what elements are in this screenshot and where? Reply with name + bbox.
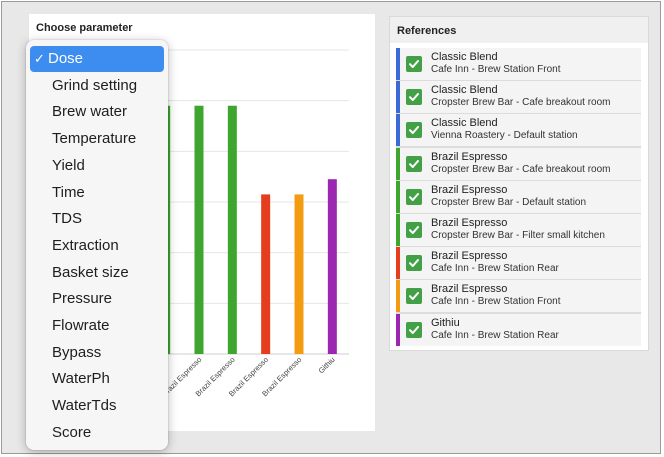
parameter-option-label: Time: [52, 183, 85, 201]
parameter-option-label: Yield: [52, 156, 85, 174]
reference-item[interactable]: Brazil Espresso Cafe Inn - Brew Station R…: [396, 247, 641, 280]
reference-list: Classic Blend Cafe Inn - Brew Station Fro…: [396, 48, 641, 346]
parameter-option-label: WaterTds: [52, 397, 117, 415]
reference-checkbox[interactable]: [406, 89, 422, 106]
reference-item[interactable]: Brazil Espresso Cafe Inn - Brew Station F…: [396, 280, 641, 313]
reference-checkbox[interactable]: [406, 288, 422, 305]
parameter-option-label: Grind setting: [52, 76, 138, 94]
parameter-option-label: Dose: [48, 50, 84, 67]
check-icon: [409, 325, 419, 334]
reference-name: Brazil Espresso: [431, 250, 508, 263]
bar[interactable]: [327, 179, 337, 354]
reference-item[interactable]: Brazil Espresso Cropster Brew Bar - Defau…: [396, 180, 641, 213]
reference-item[interactable]: Classic Blend Cafe Inn - Brew Station Fro…: [396, 48, 641, 80]
parameter-option[interactable]: Yield: [30, 153, 164, 179]
parameter-option[interactable]: Pressure: [30, 286, 164, 312]
parameter-option[interactable]: Temperature: [30, 126, 164, 152]
parameter-option-label: Extraction: [52, 236, 119, 254]
parameter-option-label: WaterPh: [52, 370, 110, 388]
parameter-option[interactable]: Extraction: [30, 233, 164, 259]
reference-location: Cafe Inn - Brew Station Rear: [431, 263, 559, 275]
parameter-option[interactable]: Flowrate: [30, 313, 164, 339]
series-color-swatch: [396, 214, 400, 246]
series-color-swatch: [396, 81, 400, 114]
reference-location: Cafe Inn - Brew Station Front: [431, 64, 561, 75]
parameter-option[interactable]: Time: [30, 180, 164, 206]
parameter-option-label: TDS: [52, 210, 82, 228]
reference-checkbox[interactable]: [406, 56, 422, 72]
check-icon: [409, 226, 419, 234]
series-color-swatch: [396, 114, 400, 147]
parameter-option[interactable]: WaterTds: [30, 393, 164, 419]
parameter-option-label: Bypass: [52, 343, 102, 361]
check-icon: [409, 192, 419, 201]
reference-name: Classic Blend: [431, 117, 498, 130]
parameter-option-label: Flowrate: [52, 317, 110, 334]
reference-location: Cropster Brew Bar - Default station: [431, 196, 587, 208]
reference-location: Cropster Brew Bar - Filter small kitchen: [431, 230, 605, 241]
reference-checkbox[interactable]: [406, 255, 422, 272]
parameter-option[interactable]: Score: [30, 420, 164, 446]
reference-name: Brazil Espresso: [431, 217, 508, 229]
series-color-swatch: [396, 48, 400, 80]
check-icon: [409, 93, 419, 102]
parameter-option-label: Score: [52, 423, 92, 441]
bar[interactable]: [227, 105, 237, 354]
references-panel: References Classic Blend Cafe Inn - Brew …: [389, 16, 649, 351]
reference-checkbox[interactable]: [406, 321, 422, 338]
parameter-option-label: Brew water: [52, 103, 128, 121]
reference-checkbox[interactable]: [406, 122, 422, 139]
check-icon: [409, 259, 419, 268]
parameter-option-label: Pressure: [52, 290, 113, 308]
parameter-label: Choose parameter: [36, 22, 133, 34]
reference-location: Cropster Brew Bar - Cafe breakout room: [431, 97, 611, 109]
reference-location: Cafe Inn - Brew Station Rear: [431, 329, 559, 341]
reference-checkbox[interactable]: [406, 155, 422, 172]
parameter-dropdown-menu[interactable]: ✓ Dose Grind setting Brew water Temperature Y…: [26, 40, 168, 450]
reference-item[interactable]: Brazil Espresso Cropster Brew Bar - Filte…: [396, 214, 641, 246]
series-color-swatch: [396, 247, 400, 280]
parameter-option[interactable]: Brew water: [30, 99, 164, 125]
reference-location: Vienna Roastery - Default station: [431, 130, 578, 142]
check-icon: [409, 292, 419, 301]
reference-checkbox[interactable]: [406, 222, 422, 238]
reference-item[interactable]: Brazil Espresso Cropster Brew Bar - Cafe …: [396, 147, 641, 180]
reference-name: Classic Blend: [431, 51, 498, 63]
parameter-option-label: Basket size: [52, 263, 129, 281]
parameter-option[interactable]: ✓ Dose: [30, 46, 164, 72]
parameter-option[interactable]: Basket size: [30, 260, 164, 286]
reference-name: Brazil Espresso: [431, 283, 508, 296]
check-icon: [409, 126, 419, 135]
reference-item[interactable]: Classic Blend Cropster Brew Bar - Cafe br…: [396, 81, 641, 114]
series-color-swatch: [396, 147, 400, 180]
reference-location: Cafe Inn - Brew Station Front: [431, 296, 561, 308]
series-color-swatch: [396, 313, 400, 346]
reference-item[interactable]: Githiu Cafe Inn - Brew Station Rear: [396, 313, 641, 346]
check-icon: [409, 159, 419, 168]
reference-name: Classic Blend: [431, 84, 498, 97]
reference-name: Githiu: [431, 316, 460, 329]
series-color-swatch: [396, 180, 400, 213]
bar[interactable]: [194, 105, 204, 354]
parameter-option[interactable]: TDS: [30, 206, 164, 232]
parameter-option[interactable]: WaterPh: [30, 366, 164, 392]
checkmark-icon: ✓: [34, 51, 45, 66]
references-title: References: [397, 25, 457, 37]
x-tick-label: Githiu: [317, 355, 337, 375]
parameter-option-label: Temperature: [52, 130, 137, 148]
reference-location: Cropster Brew Bar - Cafe breakout room: [431, 163, 611, 175]
check-icon: [409, 60, 419, 68]
parameter-option[interactable]: Bypass: [30, 340, 164, 366]
series-color-swatch: [396, 280, 400, 313]
reference-name: Brazil Espresso: [431, 183, 508, 196]
parameter-option[interactable]: Grind setting: [30, 73, 164, 99]
reference-item[interactable]: Classic Blend Vienna Roastery - Default s…: [396, 114, 641, 147]
reference-name: Brazil Espresso: [431, 150, 508, 163]
bar[interactable]: [294, 194, 304, 354]
reference-checkbox[interactable]: [406, 188, 422, 205]
bar[interactable]: [261, 194, 271, 354]
